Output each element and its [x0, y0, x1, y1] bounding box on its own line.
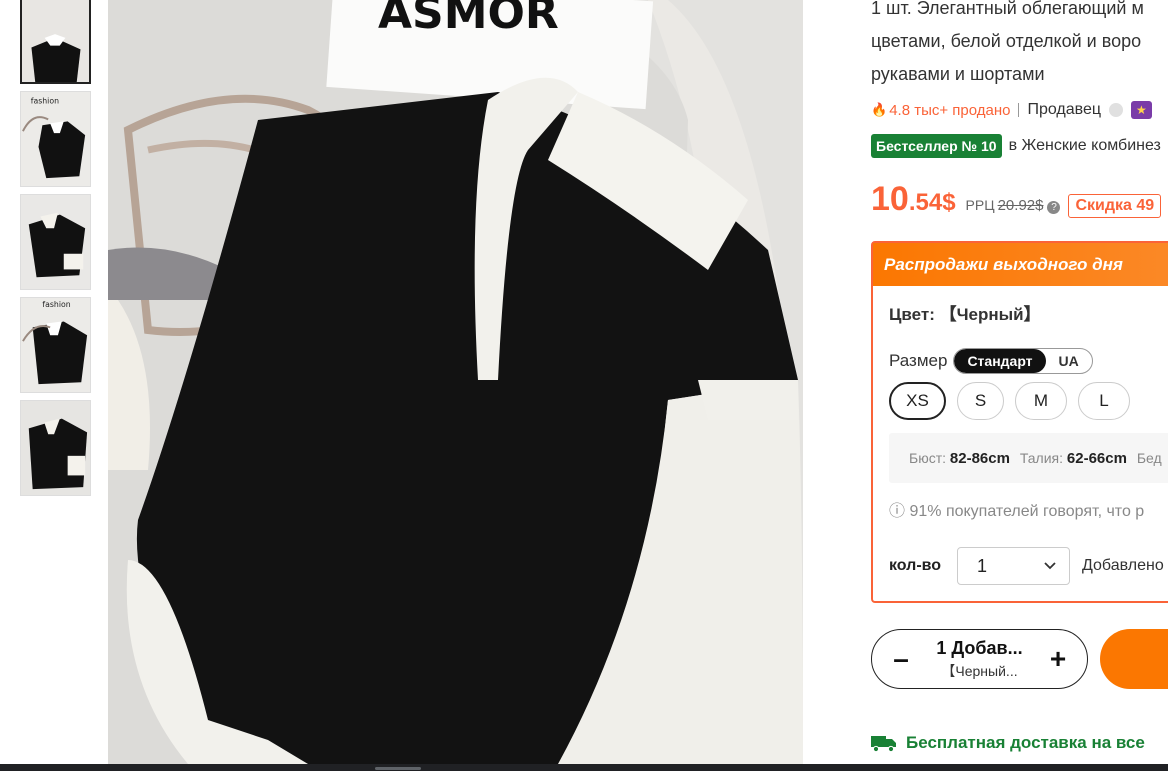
options-box: Распродажи выходного дня Цвет: 【Черный】 … [871, 241, 1168, 603]
product-info-panel: 1 шт. Элегантный облегающий м цветами, б… [871, 0, 1168, 771]
hip-label: Бед [1136, 450, 1162, 466]
taskbar [0, 764, 1168, 771]
fit-note-text: 91% покупателей говорят, что р [909, 503, 1145, 520]
divider [1018, 103, 1020, 117]
size-system-ua[interactable]: UA [1046, 349, 1092, 373]
cart-quantity-stepper: – 1 Добав... 【Черный... + [871, 629, 1088, 689]
product-title: 1 шт. Элегантный облегающий м цветами, б… [871, 0, 1168, 91]
sale-banner: Распродажи выходного дня [873, 243, 1168, 286]
size-system-standard[interactable]: Стандарт [954, 349, 1046, 373]
size-system-toggle: Стандарт UA [953, 348, 1093, 374]
truck-icon [871, 736, 896, 752]
plus-button[interactable]: + [1047, 645, 1069, 673]
size-measurements: Бюст: 82-86cm Талия: 62-66cm Бед [889, 433, 1168, 483]
discount-badge: Скидка 49 [1068, 194, 1162, 218]
cart-summary: 1 Добав... 【Черный... [936, 638, 1022, 681]
product-title-line: цветами, белой отделкой и воро [871, 31, 1142, 51]
bust-value: 82-86cm [949, 450, 1010, 467]
shipping-text[interactable]: Бесплатная доставка на все [906, 733, 1145, 753]
waist-value: 62-66cm [1066, 450, 1127, 467]
info-icon: ⓘ [889, 503, 906, 520]
price-row: 10 .54$ РРЦ 20.92$ ? Скидка 49 [871, 180, 1162, 219]
shipping-row: Бесплатная доставка на все [871, 733, 1145, 753]
quantity-row: кол-во 1 Добавлено [889, 547, 1164, 585]
quantity-label: кол-во [889, 557, 942, 574]
price-decimal: .54$ [908, 189, 956, 216]
thumbnail-5[interactable] [20, 400, 91, 496]
sold-count: 4.8 тыс+ продано [889, 101, 1011, 119]
quantity-value: 1 [977, 555, 988, 576]
size-row: Размер Стандарт UA [889, 348, 1093, 374]
box-logo-text: ASMOR [378, 0, 559, 39]
thumbnail-4[interactable]: fashion [20, 297, 91, 393]
thumbnail-3[interactable] [20, 194, 91, 290]
product-title-line: рукавами и шортами [871, 64, 1045, 84]
cart-summary-variant: 【Черный... [941, 662, 1018, 679]
bestseller-row: Бестселлер № 10 в Женские комбинез [871, 134, 1161, 158]
add-to-cart-button[interactable] [1100, 629, 1168, 689]
thumbnail-2-label: fashion [31, 97, 59, 106]
thumbnail-4-label: fashion [42, 300, 70, 309]
seller-link[interactable]: Продавец [1027, 101, 1101, 119]
product-page: fashion fashion ASMOR 1 шт. Элегантный о… [0, 0, 1168, 771]
rrp-label: РРЦ [965, 197, 995, 213]
fit-note: ⓘ 91% покупателей говорят, что р [889, 497, 1144, 521]
seller-avatar[interactable] [1109, 103, 1124, 117]
size-options: XS S M L [889, 382, 1141, 420]
bestseller-badge[interactable]: Бестселлер № 10 [871, 134, 1002, 158]
size-option-s[interactable]: S [957, 382, 1004, 420]
color-value: 【Черный】 [939, 305, 1041, 324]
price-integer: 10 [871, 180, 909, 218]
chevron-down-icon [1044, 562, 1056, 570]
added-note: Добавлено [1082, 557, 1164, 574]
size-option-xs[interactable]: XS [889, 382, 946, 420]
quantity-select[interactable]: 1 [957, 547, 1070, 585]
flame-icon: 🔥 [871, 102, 888, 117]
size-label: Размер [889, 351, 948, 370]
thumbnail-1[interactable] [20, 0, 91, 84]
thumbnail-2[interactable]: fashion [20, 91, 91, 187]
rrp-value: 20.92$ [997, 197, 1044, 214]
waist-label: Талия: [1019, 450, 1063, 466]
help-icon[interactable]: ? [1047, 201, 1061, 214]
size-option-l[interactable]: L [1078, 382, 1130, 420]
meta-row: 🔥 4.8 тыс+ продано Продавец ★ [871, 98, 1152, 122]
size-option-m[interactable]: M [1015, 382, 1067, 420]
thumbnail-list: fashion fashion [20, 0, 91, 503]
bust-label: Бюст: [909, 450, 946, 466]
color-label: Цвет: [889, 305, 935, 324]
main-product-image[interactable]: ASMOR [108, 0, 803, 764]
bestseller-category[interactable]: в Женские комбинез [1009, 137, 1161, 155]
minus-button[interactable]: – [890, 645, 912, 673]
taskbar-indicator [375, 767, 421, 770]
cart-summary-count: 1 Добав... [936, 637, 1023, 658]
color-row: Цвет: 【Черный】 [889, 300, 1041, 325]
product-title-line: 1 шт. Элегантный облегающий м [871, 0, 1144, 18]
star-seller-icon: ★ [1131, 101, 1152, 119]
